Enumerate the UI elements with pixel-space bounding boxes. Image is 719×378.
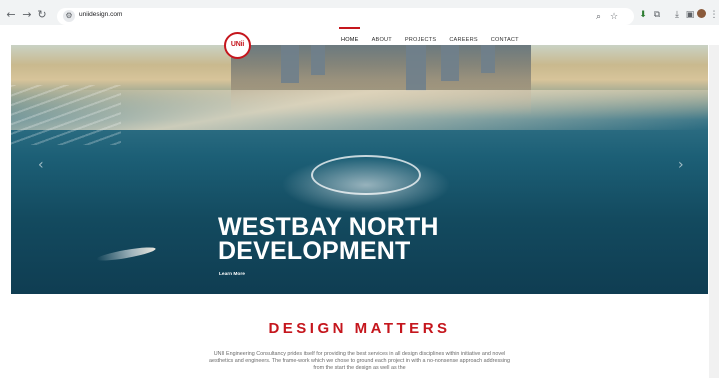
address-bar[interactable]: ⚙ uniidesign.com ⌕ ☆ — [57, 8, 634, 25]
forward-arrow-icon[interactable]: → — [20, 8, 34, 22]
download-icon[interactable]: ⬇ — [638, 10, 648, 20]
hero-title-line1: WESTBAY NORTH — [218, 213, 439, 241]
hero-title-line2: DEVELOPMENT — [218, 237, 411, 265]
puzzle-icon[interactable]: ⧉ — [652, 10, 662, 20]
zoom-icon[interactable]: ⌕ — [596, 12, 601, 22]
kebab-menu-icon[interactable]: ⋮ — [709, 10, 719, 20]
download-icon[interactable]: ⤓ — [672, 10, 682, 20]
back-arrow-icon[interactable]: ← — [4, 8, 18, 22]
reload-icon[interactable]: ↻ — [35, 8, 49, 22]
hero-boat — [95, 244, 157, 264]
sidepanel-icon[interactable]: ▣ — [685, 10, 695, 20]
hero-tower — [281, 45, 299, 83]
learn-more-link[interactable]: Learn More — [219, 272, 245, 277]
prev-slide-arrow-icon[interactable]: ‹ — [38, 157, 44, 173]
intro-paragraph: UNII Engineering Consultancy prides itse… — [208, 351, 511, 371]
hero-tower — [441, 45, 459, 81]
hero-tower — [406, 45, 426, 91]
hero-tower — [311, 45, 325, 75]
active-nav-indicator — [339, 27, 360, 29]
hero-marina — [11, 85, 121, 145]
hero-pier — [311, 155, 421, 195]
tune-icon[interactable]: ⚙ — [63, 10, 75, 22]
hero-tower — [481, 45, 495, 73]
logo-text: UNii — [230, 41, 245, 48]
star-icon[interactable]: ☆ — [610, 12, 618, 22]
avatar-icon[interactable] — [697, 9, 706, 18]
next-slide-arrow-icon[interactable]: › — [678, 157, 684, 173]
hero-title: WESTBAY NORTH DEVELOPMENT — [218, 213, 518, 265]
site-logo[interactable]: UNii — [224, 32, 251, 59]
url-text[interactable]: uniidesign.com — [79, 11, 122, 18]
section-heading: DESIGN MATTERS — [268, 320, 451, 337]
hero-slider: ‹ › WESTBAY NORTH DEVELOPMENT Learn More — [11, 45, 708, 294]
